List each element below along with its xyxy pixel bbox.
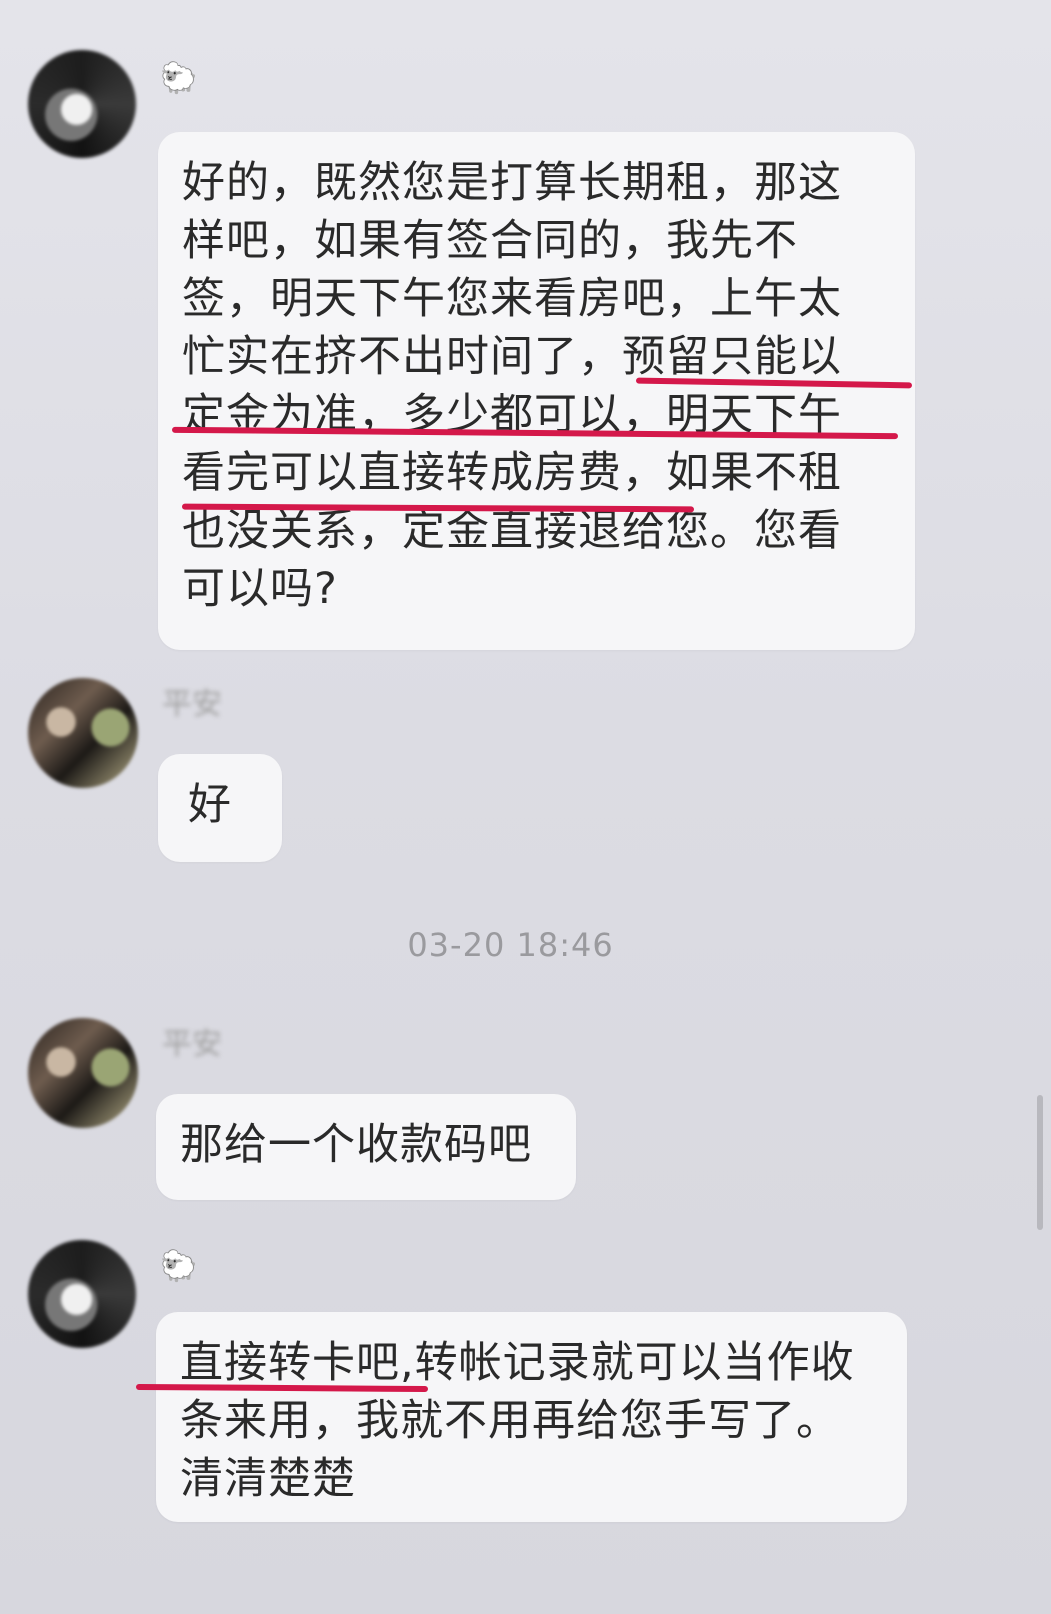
sender-name: 平安 [162, 1027, 222, 1062]
avatar[interactable] [28, 678, 138, 788]
chat-view: 🐑 好的，既然您是打算长期租，那这 样吧，如果有签合同的，我先不 签，明天下午您… [0, 0, 1051, 1614]
sender-name: 🐑 [160, 1249, 198, 1284]
timestamp: 03-20 18:46 [407, 926, 614, 964]
scrollbar[interactable] [1037, 1095, 1043, 1230]
message-bubble[interactable]: 那给一个收款码吧 [156, 1094, 576, 1200]
avatar[interactable] [28, 1240, 136, 1348]
avatar[interactable] [28, 1018, 138, 1128]
message-bubble[interactable]: 好 [158, 754, 282, 862]
message-bubble[interactable]: 好的，既然您是打算长期租，那这 样吧，如果有签合同的，我先不 签，明天下午您来看… [158, 132, 915, 650]
message-bubble[interactable]: 直接转卡吧,转帐记录就可以当作收 条来用，我就不用再给您手写了。 清清楚楚 [156, 1312, 907, 1522]
avatar[interactable] [28, 50, 136, 158]
sender-name: 平安 [162, 687, 222, 722]
sender-name: 🐑 [160, 61, 198, 96]
